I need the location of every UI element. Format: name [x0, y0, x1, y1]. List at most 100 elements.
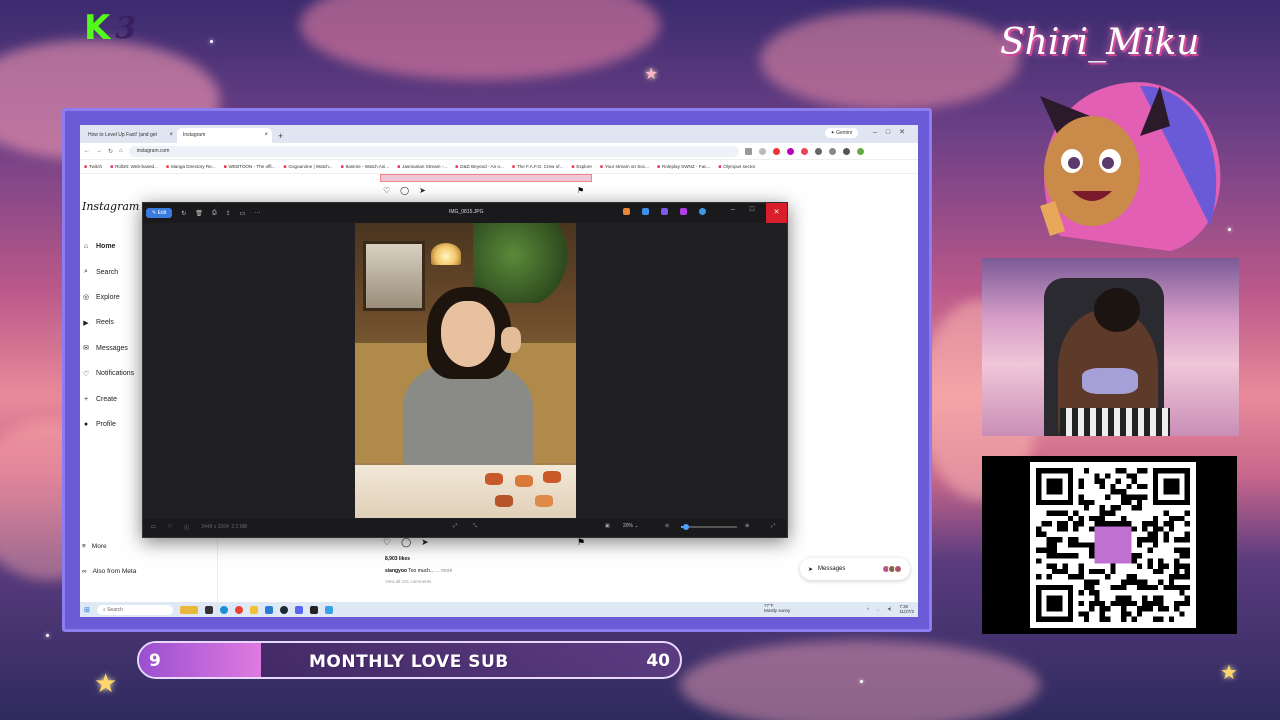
gemini-button[interactable]: ✦ Gemini — [824, 128, 858, 138]
extension-icon[interactable] — [786, 147, 794, 155]
bookmark-item[interactable]: Explore — [571, 164, 592, 170]
like-icon[interactable]: ♡ — [383, 186, 390, 195]
caption-more-link[interactable]: ... more — [436, 568, 453, 574]
app-icon[interactable] — [623, 208, 630, 215]
back-icon[interactable]: ← — [84, 148, 90, 154]
steam-icon[interactable] — [279, 605, 288, 614]
print-icon[interactable]: ⎙ — [212, 210, 217, 217]
expand-icon[interactable]: ⤢ — [771, 523, 775, 529]
window-controls[interactable]: –□✕ — [873, 128, 914, 136]
extension-icon[interactable] — [772, 147, 780, 155]
qr-module — [1179, 611, 1185, 617]
share-icon[interactable]: ➤ — [421, 537, 429, 548]
filmstrip-icon[interactable]: ▭ — [151, 524, 156, 530]
windows-start-icon[interactable]: ⊞ — [84, 606, 90, 614]
photos-icon[interactable] — [324, 605, 333, 614]
store-icon[interactable] — [264, 605, 273, 614]
sidebar-item-more[interactable]: ≡ More — [82, 534, 136, 559]
taskbar-search-input[interactable]: ⌕ Search — [96, 604, 173, 615]
volume-icon[interactable]: ◂) — [888, 606, 892, 612]
tab-instagram[interactable]: Instagram × — [177, 128, 272, 143]
likes-count[interactable]: 8,903 likes — [385, 556, 410, 562]
more-options-icon[interactable]: ··· — [254, 210, 260, 216]
bookmark-item[interactable]: The F.A.F.O. Crew of... — [512, 164, 563, 170]
extension-icon[interactable] — [828, 147, 836, 155]
minimize-icon[interactable]: – — [731, 206, 735, 213]
zoom-slider-thumb[interactable] — [683, 524, 689, 530]
qr-module — [1078, 611, 1084, 617]
bookmark-item[interactable]: D&D Beyond - An o... — [455, 164, 504, 170]
displayed-photo[interactable] — [355, 223, 576, 518]
slideshow-icon[interactable]: ▭ — [240, 210, 246, 217]
new-tab-button[interactable]: + — [272, 131, 289, 143]
view-comments-link[interactable]: View all 101 comments — [385, 579, 431, 584]
discord-icon[interactable] — [294, 605, 303, 614]
fit-icon[interactable]: ⤢ — [453, 523, 457, 529]
profile-avatar[interactable] — [856, 147, 864, 155]
sidebar-item-meta[interactable]: ∞ Also from Meta — [82, 559, 136, 584]
address-bar: ← → ↻ ⌂ instagram.com — [80, 143, 918, 160]
obs-icon[interactable] — [309, 605, 318, 614]
edge-icon[interactable] — [219, 605, 228, 614]
zoom-out-icon[interactable]: ⊖ — [665, 523, 669, 529]
chrome-icon[interactable] — [234, 605, 243, 614]
weather-widget[interactable]: 77°F Mostly sunny — [764, 603, 790, 613]
extension-icon[interactable] — [800, 147, 808, 155]
zoom-slider[interactable] — [681, 524, 737, 530]
caption-username[interactable]: siangyoo — [385, 568, 407, 574]
messages-pill[interactable]: ➤ Messages — [800, 558, 910, 580]
bookmark-item[interactable]: Twitch — [84, 164, 102, 170]
close-icon[interactable]: × — [169, 132, 173, 138]
reload-icon[interactable]: ↻ — [108, 148, 113, 155]
tab-level-up[interactable]: How to Level Up Fast! (and get × — [82, 128, 177, 143]
home-icon[interactable]: ⌂ — [119, 148, 123, 154]
maximize-icon[interactable]: □ — [750, 206, 754, 213]
bookmark-star-icon[interactable] — [758, 147, 766, 155]
bookmark-item[interactable]: Olympus sector — [718, 164, 755, 170]
qr-module — [1163, 537, 1169, 543]
bookmark-item[interactable]: Roll20: Web-based... — [110, 164, 158, 170]
close-button[interactable]: ✕ — [766, 203, 787, 223]
taskview-icon[interactable] — [179, 605, 198, 614]
onedrive-icon[interactable] — [699, 208, 706, 215]
rotate-icon[interactable]: ↻ — [181, 210, 186, 217]
zoom-select[interactable]: 20% ⌄ — [623, 523, 639, 529]
screenshot-icon[interactable]: ▣ — [605, 523, 610, 529]
extension-icon[interactable] — [744, 147, 752, 155]
bookmark-item[interactable]: Gogoanime | Watch... — [283, 164, 332, 170]
zoom-in-icon[interactable]: ⊕ — [745, 523, 749, 529]
qr-code[interactable] — [1030, 462, 1196, 628]
bookmark-item[interactable]: Manga Directory Re... — [166, 164, 216, 170]
app-icon[interactable] — [642, 208, 649, 215]
terminal-icon[interactable] — [204, 605, 213, 614]
url-input[interactable]: instagram.com — [128, 145, 739, 157]
bookmark-item[interactable]: Jasmanian Stream -... — [397, 164, 447, 170]
app-icon[interactable] — [680, 208, 687, 215]
edit-button[interactable]: ✎ Edit — [146, 208, 173, 218]
share-icon[interactable]: ⇪ — [226, 210, 231, 217]
app-icon[interactable] — [661, 208, 668, 215]
network-icon[interactable]: ◌ — [877, 607, 880, 612]
instagram-logo[interactable]: Instagram — [82, 200, 139, 213]
save-icon[interactable]: ⚑ — [577, 186, 584, 195]
comment-icon[interactable]: ◯ — [401, 537, 411, 548]
bookmark-item[interactable]: Roleplay SWNZ - Fac... — [657, 164, 710, 170]
forward-icon[interactable]: → — [96, 148, 102, 154]
share-icon[interactable]: ➤ — [419, 186, 426, 195]
favorite-icon[interactable]: ♡ — [168, 524, 172, 530]
extension-icon[interactable] — [814, 147, 822, 155]
extension-icon[interactable] — [842, 147, 850, 155]
bookmark-item[interactable]: Your stream on Soc... — [600, 164, 649, 170]
bookmark-item[interactable]: WEBTOON - The offi... — [224, 164, 276, 170]
save-icon[interactable]: ⚑ — [577, 537, 585, 548]
clock[interactable]: 7:30 11/27/2 — [899, 604, 914, 614]
bookmark-item[interactable]: 9anime - Watch Ani... — [341, 164, 390, 170]
info-icon[interactable]: ⓘ — [184, 524, 189, 531]
close-icon[interactable]: × — [264, 132, 268, 138]
delete-icon[interactable]: 🗑 — [195, 210, 203, 217]
comment-icon[interactable]: ◯ — [400, 186, 409, 195]
fullscreen-icon[interactable]: ⤡ — [473, 523, 477, 529]
tray-chevron-icon[interactable]: ^ — [867, 607, 869, 612]
like-icon[interactable]: ♡ — [383, 537, 391, 548]
file-explorer-icon[interactable] — [249, 605, 258, 614]
